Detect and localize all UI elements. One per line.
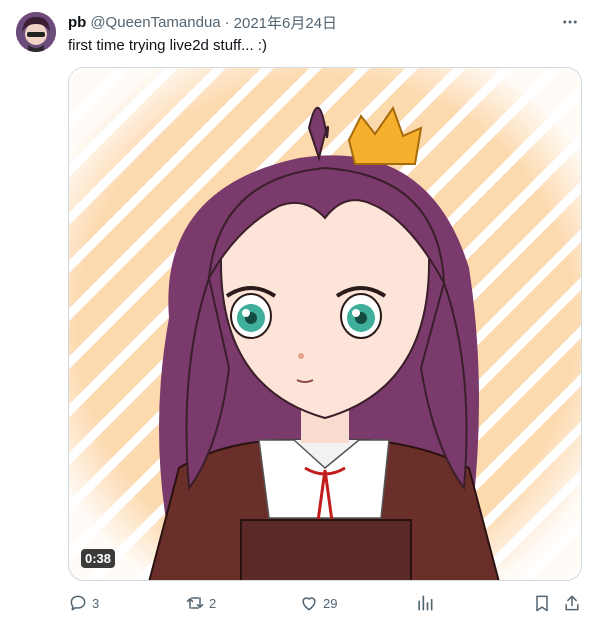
reply-icon (68, 593, 88, 613)
tweet-date[interactable]: 2021年6月24日 (234, 12, 337, 33)
retweet-button[interactable]: 2 (185, 590, 216, 616)
avatar[interactable] (16, 12, 56, 52)
media-video[interactable]: 0:38 (68, 67, 582, 581)
display-name[interactable]: pb (68, 14, 86, 31)
share-icon (562, 593, 582, 613)
user-handle[interactable]: @QueenTamandua (90, 14, 220, 31)
like-count: 29 (323, 595, 338, 611)
tweet-text: first time trying live2d stuff... :) (68, 37, 267, 54)
reply-count: 3 (92, 595, 100, 611)
bookmark-icon (532, 593, 552, 613)
ellipsis-icon[interactable] (558, 10, 582, 34)
retweet-icon (185, 593, 205, 613)
share-button[interactable] (562, 590, 582, 616)
tweet-header: pb @QueenTamandua · 2021年6月24日 (68, 12, 582, 32)
separator-dot: · (224, 13, 230, 31)
views-button[interactable] (415, 590, 435, 616)
analytics-icon (415, 593, 435, 613)
like-button[interactable]: 29 (299, 590, 337, 616)
reply-button[interactable]: 3 (68, 590, 99, 616)
video-duration-badge: 0:38 (81, 549, 116, 568)
retweet-count: 2 (209, 595, 217, 611)
tweet[interactable]: pb @QueenTamandua · 2021年6月24日 first tim… (0, 0, 598, 625)
video-thumbnail (69, 68, 581, 580)
action-bar: 3 2 29 (68, 590, 584, 616)
bookmark-button[interactable] (532, 590, 552, 616)
heart-icon (299, 593, 319, 613)
